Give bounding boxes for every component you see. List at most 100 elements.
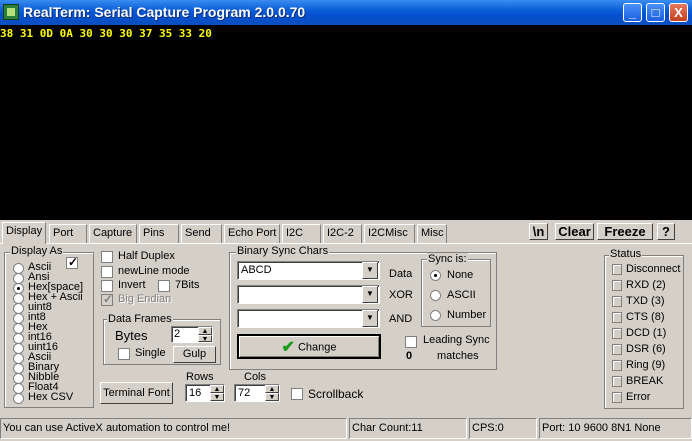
and-combo-arrow-icon[interactable]: ▼ [362,310,378,327]
and-label: AND [389,313,413,325]
display-as-radio[interactable] [13,393,24,404]
status-item-label[interactable]: Disconnect [626,263,680,275]
big-endian-checkbox[interactable] [101,292,113,306]
status-led-icon [612,328,622,339]
sync-option-label: ASCII [447,289,476,301]
status-led-icon [612,392,622,403]
xor-combo-arrow-icon[interactable]: ▼ [362,286,378,303]
status-label: Status [609,248,643,260]
big-endian-label: Big Endian [118,293,172,305]
half-duplex-checkbox[interactable] [101,251,113,263]
sync-option-label: None [447,269,474,281]
tab-port[interactable]: Port [49,224,87,243]
sync-is-label: Sync is: [427,253,468,265]
status-led-icon [612,312,622,323]
minimize-button[interactable]: _ [623,3,642,22]
sync-option-label: Number [447,309,487,321]
half-duplex-label: Half Duplex [118,250,175,262]
gulp-button[interactable]: Gulp [173,346,216,363]
invert-checkbox[interactable] [101,280,113,292]
status-item-label: Error [626,391,651,403]
status-item-label: BREAK [626,375,664,387]
status-item-label: DSR (6) [626,343,666,355]
bytes-spin-down[interactable]: ▼ [198,335,212,343]
app-icon [3,4,19,20]
and-combo[interactable] [237,309,380,328]
status-led-icon [612,344,622,355]
scrollback-label: Scrollback [308,387,364,401]
invert-label: Invert [118,279,146,291]
port-status: Port: 10 9600 8N1 None [539,418,692,439]
tab-i2c-2[interactable]: I2C-2 [323,224,362,243]
cols-label: Cols [244,371,267,383]
terminal-font-button[interactable]: Terminal Font [100,382,173,404]
status-led-icon [612,264,622,275]
cols-spin-down[interactable]: ▼ [265,393,279,401]
terminal-display[interactable]: 38 31 0D 0A 30 30 30 37 35 33 20 [0,25,692,220]
close-button[interactable]: X [669,3,688,22]
status-item-label: Ring (9) [626,359,666,371]
status-item-label: DCD (1) [626,327,667,339]
rows-spin-down[interactable]: ▼ [210,393,224,401]
data-combo-value: ABCD [241,264,272,276]
leading-sync-checkbox[interactable] [405,336,417,348]
change-label: Change [297,341,337,354]
matches-label: matches [437,350,479,362]
char-count: Char Count:11 [349,418,467,439]
sync-radio-ascii[interactable] [430,290,441,301]
rows-spin-up[interactable]: ▲ [210,385,224,393]
sync-radio-number[interactable] [430,310,441,321]
data-combo-arrow-icon[interactable]: ▼ [362,262,378,279]
tab-misc[interactable]: Misc [417,224,447,243]
terminal-text: 38 31 0D 0A 30 30 30 37 35 33 20 [0,27,212,40]
change-button[interactable]: ✔ Change [237,334,381,359]
maximize-button[interactable]: □ [646,3,665,22]
bytes-spin-up[interactable]: ▲ [198,327,212,335]
tab-i2cmisc[interactable]: I2CMisc [364,224,415,243]
matches-count: 0 [406,350,413,362]
tab-display[interactable]: Display [2,222,46,244]
xor-combo[interactable] [237,285,380,304]
checkmark-icon: ✔ [281,339,295,356]
bytes-value: 2 [174,328,181,340]
freeze-button[interactable]: Freeze [597,223,653,240]
title-bar[interactable]: RealTerm: Serial Capture Program 2.0.0.7… [0,0,692,25]
newline-button[interactable]: \n [529,223,548,240]
tab-pins[interactable]: Pins [139,224,179,243]
display-as-option: Hex CSV [28,391,74,403]
single-checkbox[interactable] [118,348,130,360]
newline-mode-checkbox[interactable] [101,266,113,278]
status-led-icon [612,376,622,387]
tab-capture[interactable]: Capture [89,224,137,243]
cps: CPS:0 [469,418,537,439]
status-led-icon [612,280,622,291]
status-item-label: RXD (2) [626,279,666,291]
status-led-icon [612,360,622,371]
tab-send[interactable]: Send [181,224,222,243]
window-title: RealTerm: Serial Capture Program 2.0.0.7… [23,4,306,20]
help-button[interactable]: ? [657,223,675,240]
single-label: Single [135,347,166,359]
data-frames-label: Data Frames [107,313,173,325]
cols-value: 72 [238,387,251,399]
clear-button[interactable]: Clear [555,223,594,240]
status-item-label: TXD (3) [626,295,665,307]
leading-sync-label: Leading Sync [423,334,490,346]
seven-bits-checkbox[interactable] [158,280,170,292]
display-as-label: Display As [10,245,64,257]
tab-i2c[interactable]: I2C [282,224,321,243]
tab-echo-port[interactable]: Echo Port [224,224,280,243]
display-as-checkbox[interactable] [66,255,78,269]
bytes-label: Bytes [115,328,148,343]
rows-label: Rows [186,371,214,383]
cols-spin-up[interactable]: ▲ [265,385,279,393]
status-led-icon [612,296,622,307]
seven-bits-label: 7Bits [175,279,200,291]
newline-mode-label: newLine mode [118,265,190,277]
rows-value: 16 [189,387,202,399]
sync-radio-none[interactable] [430,270,441,281]
status-message: You can use ActiveX automation to contro… [0,418,347,439]
binary-sync-label: Binary Sync Chars [236,245,330,257]
data-combo[interactable]: ABCD [237,261,380,280]
scrollback-checkbox[interactable] [291,388,303,400]
